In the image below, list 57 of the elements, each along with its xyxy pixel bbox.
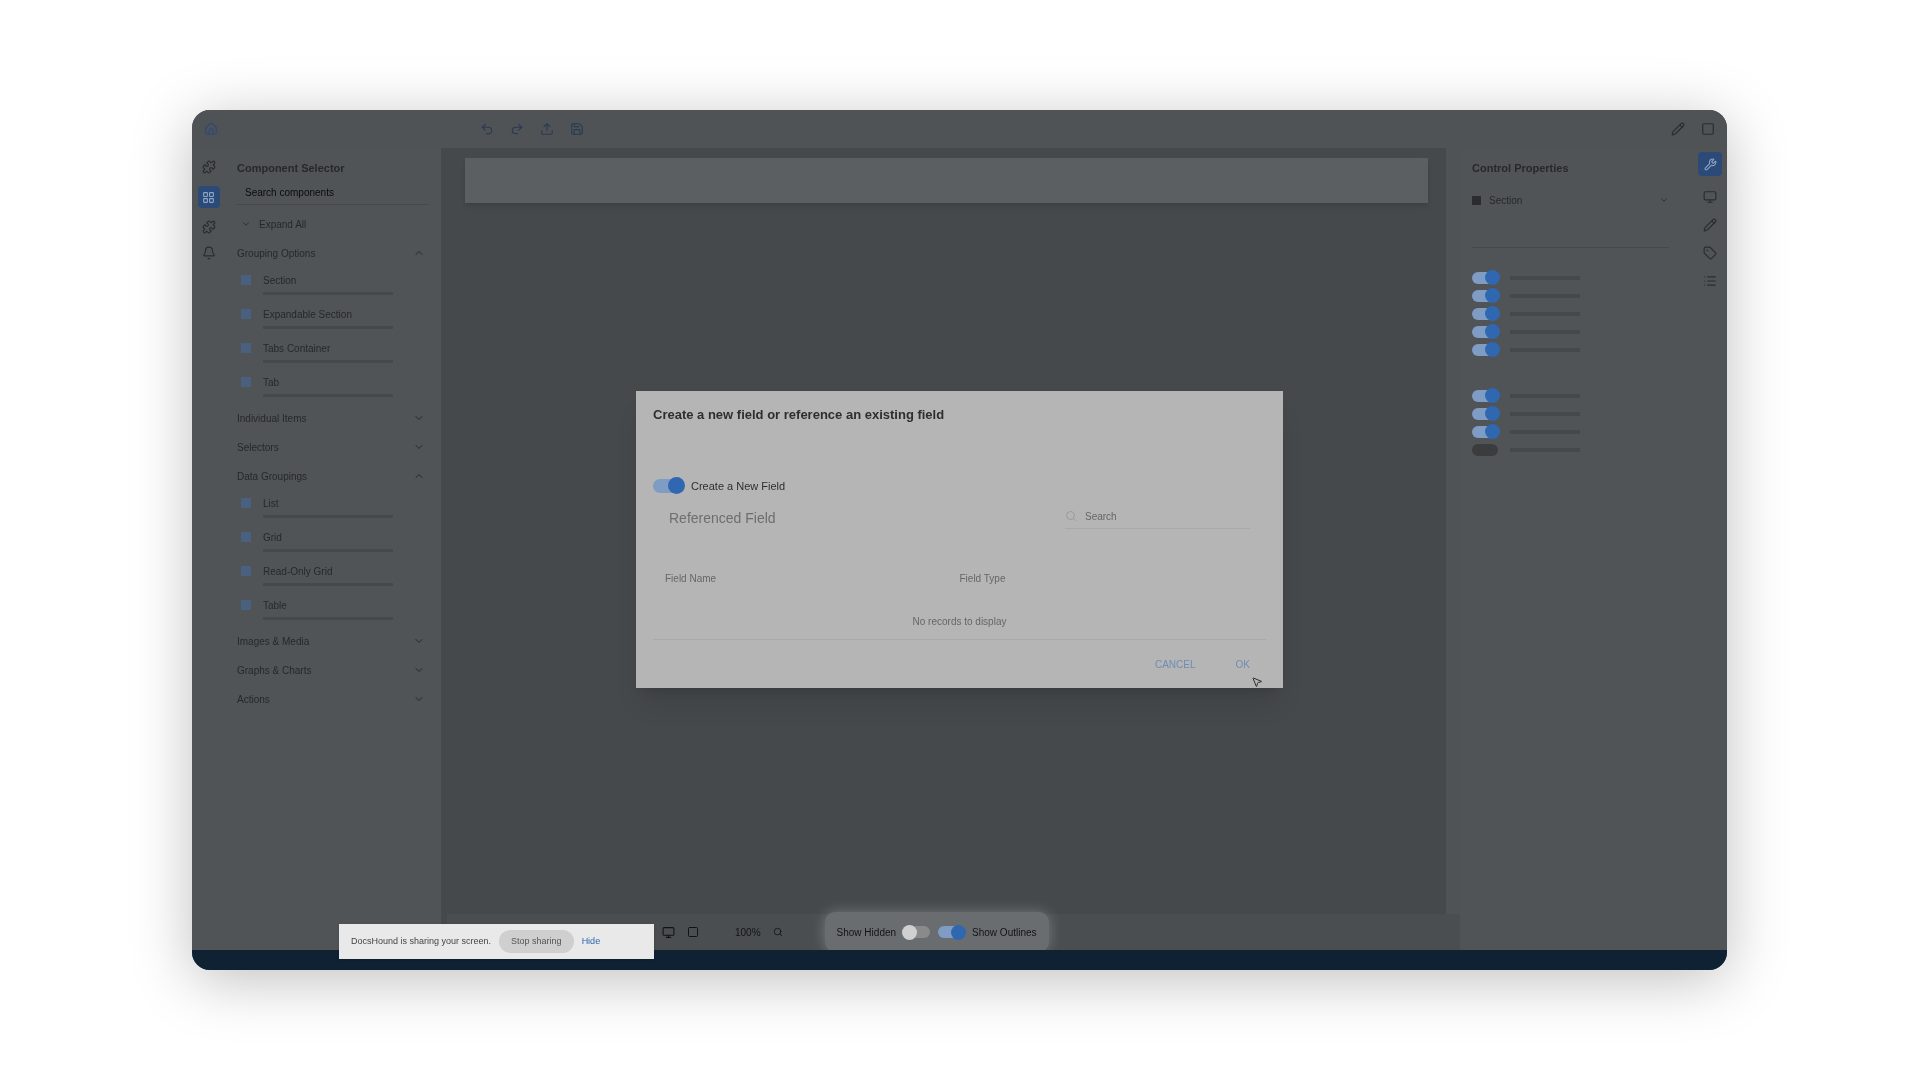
share-notice-text: DocsHound is sharing your screen. xyxy=(351,934,492,948)
dialog-title: Create a new field or reference an existing field xyxy=(653,406,946,424)
bell-icon[interactable] xyxy=(201,246,216,260)
upload-icon[interactable] xyxy=(540,122,554,136)
component-icon xyxy=(241,599,251,610)
column-header: Field Name xyxy=(665,572,718,586)
column-header: Field Type xyxy=(959,572,1007,586)
chevron-down-icon xyxy=(1659,195,1669,205)
property-switch[interactable] xyxy=(1472,325,1498,338)
property-switch[interactable] xyxy=(1472,407,1498,420)
property-switch[interactable] xyxy=(1472,271,1498,284)
empty-message: No records to display xyxy=(653,614,1266,640)
property-switch[interactable] xyxy=(1472,389,1498,402)
undo-icon[interactable] xyxy=(480,122,494,136)
puzzle-icon[interactable] xyxy=(201,160,216,174)
search-icon xyxy=(1065,510,1077,522)
monitor-icon[interactable] xyxy=(1703,190,1717,204)
zoom-icon[interactable] xyxy=(772,927,783,937)
property-switch[interactable] xyxy=(1472,443,1498,456)
toggle-label: Show Hidden xyxy=(836,925,897,940)
save-icon[interactable] xyxy=(570,122,584,136)
home-icon[interactable] xyxy=(204,122,218,136)
tag-icon[interactable] xyxy=(1703,246,1717,260)
hide-button[interactable]: Hide xyxy=(581,934,601,949)
property-switch[interactable] xyxy=(1472,307,1498,320)
pencil-icon[interactable] xyxy=(1703,218,1717,232)
component-icon xyxy=(241,531,251,542)
show-outlines-switch[interactable] xyxy=(938,926,965,938)
component-icon xyxy=(241,308,251,319)
component-icon xyxy=(241,376,251,387)
chevron-down-icon xyxy=(241,219,251,229)
puzzle-icon[interactable] xyxy=(201,220,216,234)
cancel-button[interactable]: CANCEL xyxy=(1150,653,1200,676)
search-field[interactable]: Search components xyxy=(237,184,429,205)
property-switch[interactable] xyxy=(1472,425,1498,438)
create-field-switch[interactable] xyxy=(653,478,683,493)
property-switch[interactable] xyxy=(1472,289,1498,302)
referenced-field[interactable]: Referenced Field xyxy=(669,508,776,529)
stop-sharing-button[interactable]: Stop sharing xyxy=(499,929,574,954)
wrench-icon[interactable] xyxy=(1698,152,1722,176)
pencil-icon[interactable] xyxy=(1671,122,1685,136)
show-hidden-switch[interactable] xyxy=(904,926,931,938)
grid-icon[interactable] xyxy=(197,186,220,208)
cursor-icon xyxy=(1251,676,1263,688)
search-field[interactable]: Search xyxy=(1065,508,1250,529)
ok-button[interactable]: OK xyxy=(1231,653,1254,676)
list-icon[interactable] xyxy=(1703,274,1717,288)
property-switch[interactable] xyxy=(1472,343,1498,356)
square-icon[interactable] xyxy=(1701,122,1715,136)
component-icon xyxy=(241,274,251,285)
desktop-icon[interactable] xyxy=(662,925,675,939)
toggle-label: Show Outlines xyxy=(972,925,1037,940)
component-icon xyxy=(241,497,251,508)
component-icon xyxy=(241,342,251,353)
component-icon xyxy=(241,565,251,576)
toggle-label: Create a New Field xyxy=(691,478,786,494)
redo-icon[interactable] xyxy=(510,122,524,136)
